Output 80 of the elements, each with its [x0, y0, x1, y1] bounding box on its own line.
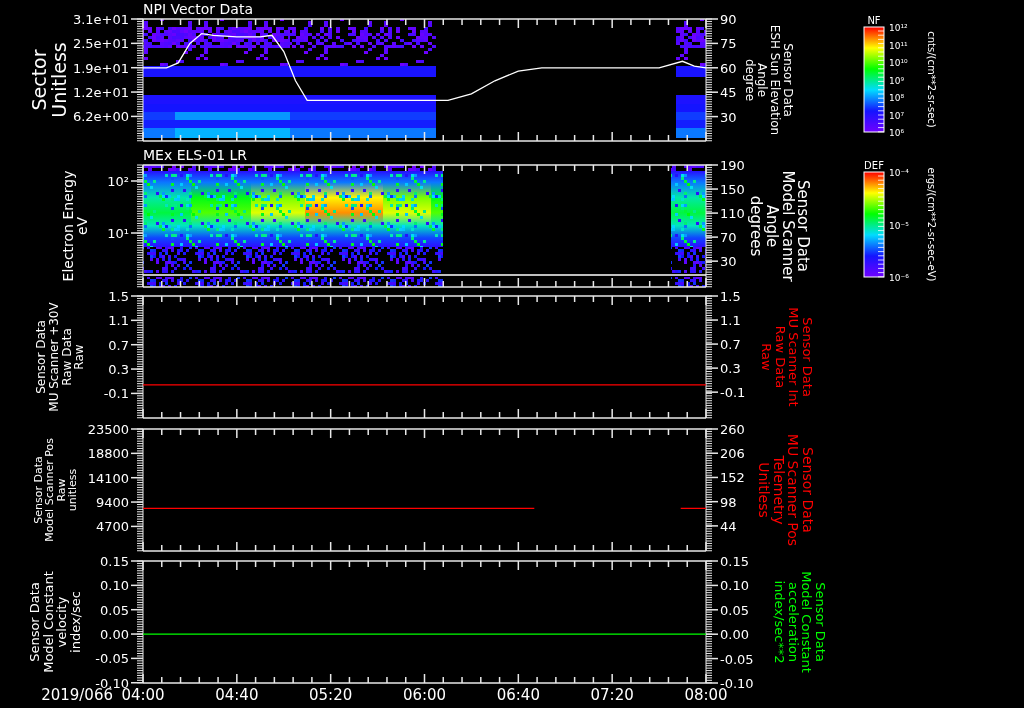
tick-label: 10² — [107, 174, 129, 189]
tick-label: -0.05 — [95, 651, 129, 667]
tick-label: -0.1 — [103, 386, 129, 402]
axis-label: Sensor Data Model Scanner Angle degrees — [747, 170, 813, 282]
tick-label: 10¹⁰ — [889, 58, 908, 68]
tick-label: 10⁷ — [889, 110, 905, 121]
tick-label: -0.1 — [720, 385, 746, 401]
axis-label: Sensor Data MU Scanner +30V Raw Data Raw — [34, 302, 87, 412]
tick-label: 152 — [720, 470, 745, 486]
tick-label: 14100 — [87, 470, 129, 486]
tick-label: 90 — [720, 12, 737, 27]
tick-label: 18800 — [87, 446, 129, 462]
axis-label: Sensor Data ESH Sun Elevation Angle degree — [742, 24, 795, 136]
tick-label: 0.15 — [100, 554, 129, 569]
tick-label: 0.15 — [720, 554, 749, 569]
tick-label: 3.1e+01 — [72, 12, 129, 27]
tick-label: 1.5 — [720, 289, 741, 304]
tick-label: 10⁻⁶ — [889, 273, 909, 283]
axis-label: Sensor Data Model Constant acceleration index/sec**2 — [771, 571, 828, 673]
tick-label: 260 — [720, 422, 745, 437]
tick-label: 2.5e+01 — [72, 36, 129, 52]
units-label: ergs/(cm**2-sr-sec-eV) — [925, 167, 937, 282]
tick-label: 45 — [720, 85, 737, 101]
tick-label: 1.2e+01 — [72, 85, 129, 101]
tick-label: 9400 — [95, 495, 129, 511]
axis-label: Sensor Data MU Scanner Pos Telemetry Unitless — [756, 433, 817, 547]
tick-label: 06:00 — [402, 686, 447, 704]
color-scale-title: DEF — [864, 160, 884, 171]
tick-label: 04:40 — [215, 686, 259, 704]
tick-label: 05:20 — [309, 686, 353, 704]
tick-label: 0.00 — [720, 627, 749, 643]
tick-label: 110 — [720, 206, 745, 222]
axis-label: Sensor Data MU Scanner Int Raw Data Raw — [758, 307, 815, 407]
tick-label: 0.10 — [720, 578, 749, 594]
tick-label: 0.05 — [100, 602, 129, 618]
tick-label: -0.05 — [720, 651, 754, 667]
color-scale-title: NF — [867, 15, 881, 26]
tick-label: 1.9e+01 — [72, 60, 129, 76]
tick-label: 190 — [720, 158, 745, 173]
axis-label: Sensor Data Model Constant velocity index/sec — [27, 571, 83, 673]
tick-label: 0.7 — [108, 337, 129, 353]
tick-label: 10⁹ — [889, 75, 905, 86]
tick-label: 04:00 — [121, 686, 165, 704]
tick-label: 0.00 — [100, 627, 129, 643]
tick-label: 10¹² — [889, 23, 908, 33]
axis-label: Sensor Data Model Scanner Pos Raw unitless — [31, 438, 80, 542]
tick-label: 60 — [720, 60, 737, 76]
tick-label: 10¹¹ — [889, 40, 908, 51]
date-label: 2019/066 — [41, 686, 113, 704]
tick-label: 0.05 — [720, 602, 749, 618]
tick-label: 6.2e+00 — [72, 109, 129, 125]
tick-label: 10¹ — [107, 226, 129, 241]
panel-title: NPI Vector Data — [143, 1, 253, 17]
tick-label: 23500 — [87, 422, 129, 437]
axis-label: Electron Energy eV — [59, 170, 91, 282]
tick-label: 10⁻⁴ — [889, 168, 909, 178]
tick-label: 0.7 — [720, 337, 741, 353]
tick-label: 10⁶ — [889, 128, 905, 138]
units-label: cnts/(cm**2-sr-sec) — [925, 31, 937, 128]
tick-label: 1.5 — [108, 289, 129, 304]
tick-label: 10⁸ — [889, 93, 905, 103]
tick-label: 06:40 — [496, 686, 540, 704]
axis-label: Sector Unitless — [27, 42, 70, 118]
tick-label: 1.1 — [108, 313, 129, 329]
tick-label: 44 — [720, 518, 737, 534]
tick-label: 4700 — [95, 519, 129, 535]
tick-label: 70 — [720, 230, 737, 246]
tick-label: 98 — [720, 494, 737, 510]
tick-label: 30 — [720, 254, 737, 270]
tick-label: 10⁻⁵ — [889, 220, 909, 231]
tick-label: 0.10 — [100, 578, 129, 594]
tick-label: 75 — [720, 36, 737, 52]
tick-label: 30 — [720, 109, 737, 125]
tick-label: 1.1 — [720, 313, 741, 329]
tick-label: 0.3 — [720, 361, 741, 377]
tick-label: 0.3 — [108, 362, 129, 378]
panel-title: MEx ELS-01 LR — [143, 147, 248, 163]
tick-label: 150 — [720, 182, 745, 198]
tick-label: 206 — [720, 446, 745, 462]
tick-label: 07:20 — [590, 686, 634, 704]
